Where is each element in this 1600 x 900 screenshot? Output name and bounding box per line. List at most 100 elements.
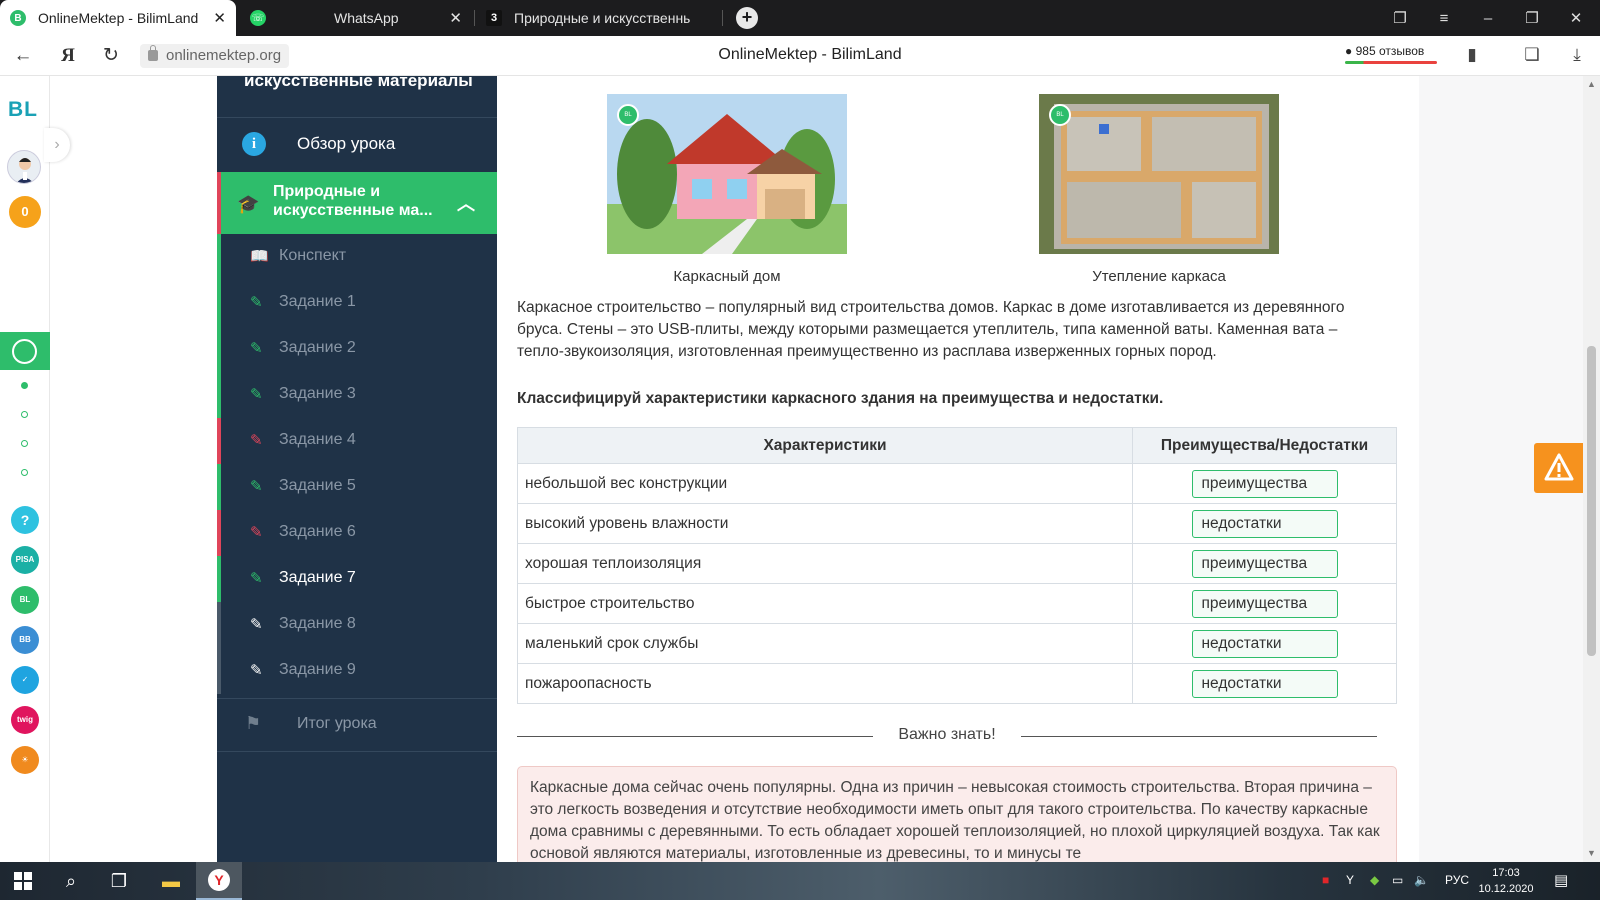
file-explorer-icon[interactable]: ▬: [148, 862, 194, 900]
bilimbook-icon[interactable]: BB: [11, 626, 39, 654]
answer-dropzone[interactable]: преимущества: [1191, 589, 1338, 618]
nvidia-icon[interactable]: ◆: [1370, 873, 1379, 887]
windows-taskbar: ⌕ ❐ ▬ Y ■ Y ◆ ▭ 🔈 РУС 17:03 10.12.2020 ▤: [0, 862, 1600, 900]
clock-date: 10.12.2020: [1478, 883, 1534, 895]
checklist-icon[interactable]: ✓: [11, 666, 39, 694]
tab-number-icon: 3: [486, 10, 502, 26]
bookmark-icon[interactable]: ▮: [1461, 45, 1483, 67]
yandex-icon[interactable]: Я: [55, 44, 81, 68]
chevron-up-icon[interactable]: ︿: [457, 190, 475, 216]
close-window-icon[interactable]: ✕: [1554, 0, 1598, 36]
lesson-title: искусственные материалы: [244, 71, 473, 90]
sidebar-item-task-9[interactable]: ✎ Задание 9: [217, 648, 497, 694]
progress-dot[interactable]: [21, 469, 28, 476]
table-row: быстрое строительство преимущества: [517, 583, 1397, 624]
avatar[interactable]: [7, 150, 41, 184]
sidebar-item-label: Задание 2: [279, 339, 356, 356]
figure-frame-insulation: BL Утепление каркаса: [1039, 94, 1279, 285]
close-icon[interactable]: ✕: [213, 9, 226, 27]
scroll-down-icon[interactable]: ▼: [1587, 848, 1596, 858]
sidebar-item-task-7[interactable]: ✎ Задание 7: [217, 556, 497, 602]
warning-icon: [1544, 453, 1574, 481]
tab-whatsapp[interactable]: ☏ WhatsApp ✕: [240, 0, 472, 36]
lesson-overview-item[interactable]: i Обзор урока: [217, 118, 497, 172]
bilimland-icon: B: [10, 10, 26, 26]
chevron-right-icon[interactable]: ›: [44, 128, 70, 162]
answer-dropzone[interactable]: преимущества: [1191, 469, 1338, 498]
bilimland-app-icon[interactable]: BL: [11, 586, 39, 614]
answer-dropzone[interactable]: недостатки: [1191, 509, 1338, 538]
sidebar-item-summary[interactable]: 📖 Конспект: [217, 234, 497, 280]
close-icon[interactable]: ✕: [449, 9, 462, 27]
progress-dot[interactable]: [21, 382, 28, 389]
itest-icon[interactable]: ☀: [11, 746, 39, 774]
twig-icon[interactable]: twig: [11, 706, 39, 734]
volume-icon[interactable]: 🔈: [1414, 873, 1429, 887]
active-lesson-button[interactable]: [0, 332, 50, 370]
windows-logo: [14, 872, 32, 890]
flag-icon: ⚑: [245, 713, 262, 733]
answer-dropzone[interactable]: недостатки: [1191, 629, 1338, 658]
sidebar-item-task-1[interactable]: ✎ Задание 1: [217, 280, 497, 326]
house-illustration: [607, 94, 847, 254]
system-clock[interactable]: 17:03 10.12.2020: [1470, 865, 1542, 897]
tab-onlinemektep[interactable]: B OnlineMektep - BilimLand ✕: [0, 0, 236, 36]
url-field[interactable]: onlinemektep.org: [140, 44, 290, 68]
scroll-thumb[interactable]: [1587, 346, 1596, 656]
sidebar-item-task-5[interactable]: ✎ Задание 5: [217, 464, 497, 510]
notifications-icon[interactable]: ▤: [1554, 871, 1568, 889]
lesson-summary-item[interactable]: ⚑ Итог урока: [217, 699, 497, 751]
tab-lesson[interactable]: 3 Природные и искусственны: [476, 0, 720, 36]
sidebar-item-task-4[interactable]: ✎ Задание 4: [217, 418, 497, 464]
book-icon: 📖: [250, 248, 269, 265]
topic-item-active[interactable]: 🎓 Природные и искусственные ма... ︿: [217, 172, 497, 234]
characteristic-cell: пожароопасность: [517, 663, 1133, 704]
sidebar-item-task-3[interactable]: ✎ Задание 3: [217, 372, 497, 418]
language-indicator[interactable]: РУС: [1445, 873, 1469, 887]
page-scrollbar[interactable]: ▲ ▼: [1583, 76, 1600, 862]
restore-icon[interactable]: ❐: [1510, 0, 1554, 36]
status-marker: [217, 510, 221, 556]
scroll-up-icon[interactable]: ▲: [1587, 79, 1596, 89]
lesson-paragraph: Каркасное строительство – популярный вид…: [517, 299, 1345, 360]
sidebar-item-label: Задание 5: [279, 477, 356, 494]
status-marker: [217, 556, 221, 602]
tab-title: WhatsApp: [334, 10, 399, 26]
coins-badge[interactable]: 0: [9, 196, 41, 228]
sidebar-item-task-8[interactable]: ✎ Задание 8: [217, 602, 497, 648]
characteristic-cell: небольшой вес конструкции: [517, 463, 1133, 504]
progress-dot[interactable]: [21, 440, 28, 447]
collections-icon[interactable]: ❏: [1521, 45, 1543, 67]
download-icon[interactable]: ⤓: [1566, 45, 1588, 67]
progress-dot[interactable]: [21, 411, 28, 418]
bilimland-logo[interactable]: BL: [8, 98, 38, 122]
sidebar-item-task-2[interactable]: ✎ Задание 2: [217, 326, 497, 372]
network-icon[interactable]: ▭: [1392, 873, 1403, 887]
new-tab-button[interactable]: +: [736, 7, 758, 29]
edit-icon: ✎: [250, 524, 263, 541]
yandex-tray-icon[interactable]: Y: [1346, 873, 1354, 887]
task-view-icon[interactable]: ❐: [96, 862, 142, 900]
edit-icon: ✎: [250, 662, 263, 679]
back-icon[interactable]: ←: [10, 44, 36, 68]
report-problem-button[interactable]: [1534, 443, 1584, 493]
user-avatar-icon: [16, 158, 34, 183]
minimize-icon[interactable]: –: [1466, 0, 1510, 36]
windows-start-icon[interactable]: [0, 862, 46, 900]
tray-app-icon[interactable]: ■: [1322, 873, 1329, 887]
yandex-browser-taskbar-icon[interactable]: Y: [196, 862, 242, 900]
reload-icon[interactable]: ↻: [98, 44, 124, 68]
sidebar-item-task-6[interactable]: ✎ Задание 6: [217, 510, 497, 556]
help-icon[interactable]: ?: [11, 506, 39, 534]
bookmarks-icon[interactable]: ❐: [1378, 0, 1422, 36]
answer-dropzone[interactable]: недостатки: [1191, 669, 1338, 698]
answer-dropzone[interactable]: преимущества: [1191, 549, 1338, 578]
table-row: хорошая теплоизоляция преимущества: [517, 543, 1397, 584]
search-icon[interactable]: ⌕: [48, 862, 94, 900]
answer-cell: преимущества: [1132, 543, 1397, 584]
answer-cell: недостатки: [1132, 663, 1397, 704]
pisa-icon[interactable]: PISA: [11, 546, 39, 574]
menu-icon[interactable]: ≡: [1422, 0, 1466, 36]
characteristic-cell: быстрое строительство: [517, 583, 1133, 624]
reviews-badge[interactable]: ● 985 отзывов: [1345, 44, 1437, 64]
